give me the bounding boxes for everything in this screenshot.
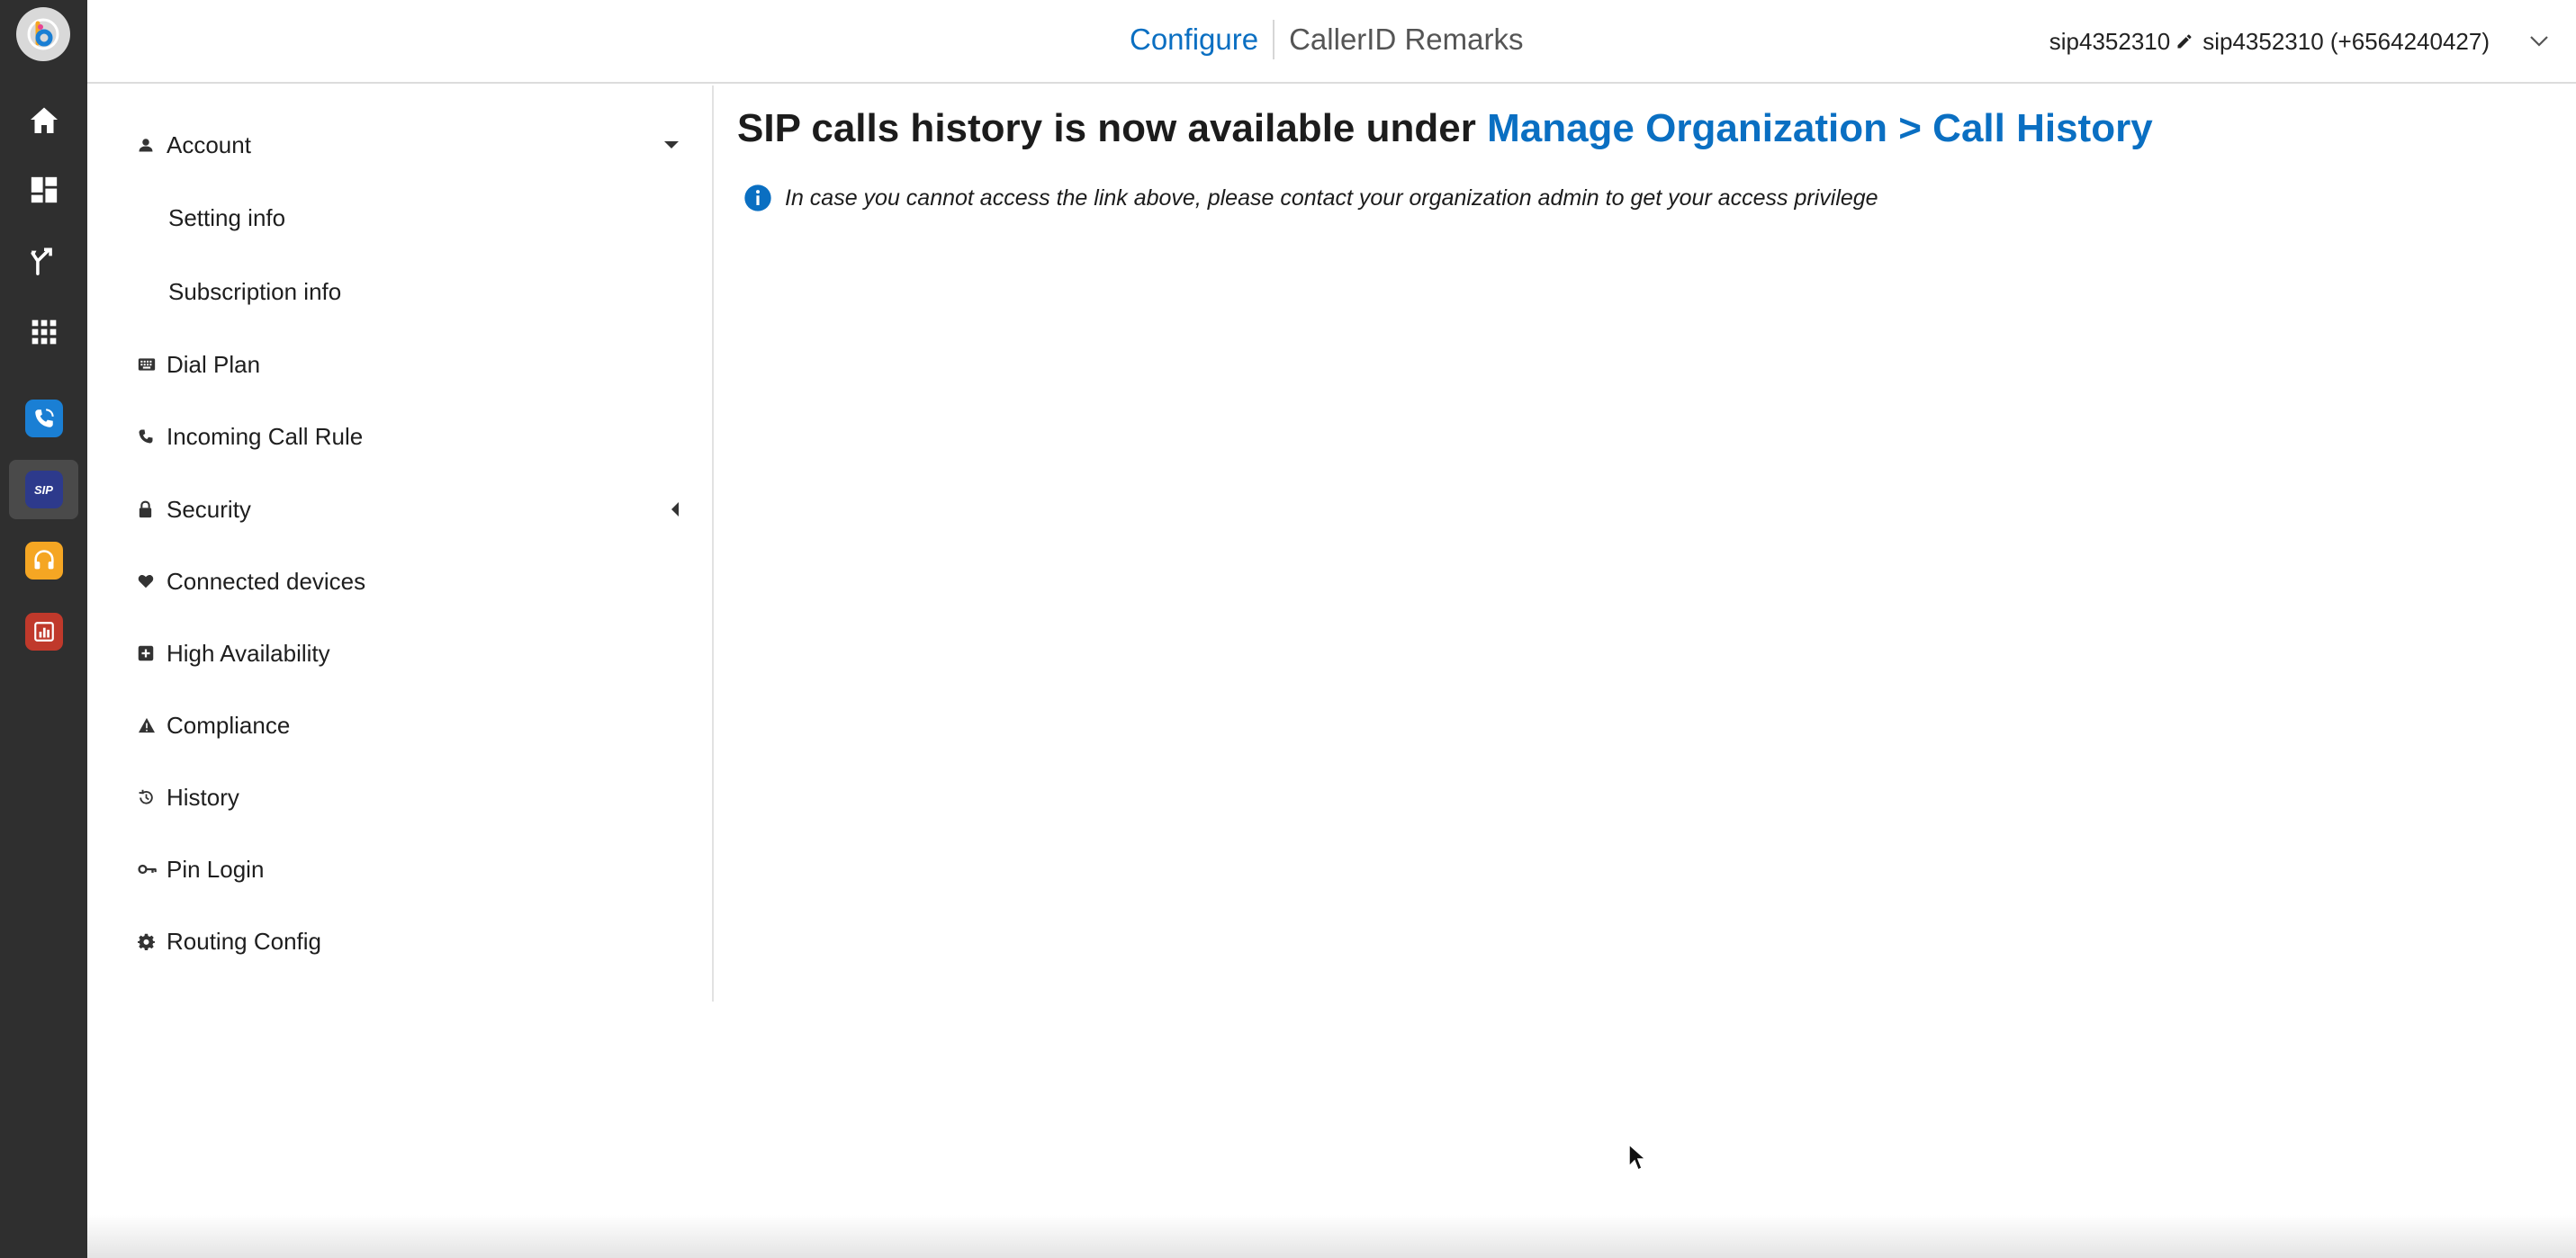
page-title: SIP calls history is now available under…: [737, 106, 2153, 151]
apps-grid-icon: [32, 319, 56, 345]
rail-phone-app[interactable]: [9, 389, 78, 448]
sip-app-icon: SIP: [24, 471, 63, 508]
key-icon: [138, 863, 167, 876]
sidebar-item-label: Dial Plan: [167, 350, 261, 378]
rail-apps[interactable]: [9, 302, 78, 362]
sidebar-item-routing-config[interactable]: Routing Config: [138, 918, 687, 965]
sidebar-item-label: Routing Config: [167, 927, 321, 955]
sidebar-item-security[interactable]: Security: [138, 486, 687, 533]
sidebar-item-label: Setting info: [168, 203, 286, 231]
rail-sip-app[interactable]: SIP: [9, 460, 78, 519]
plus-box-icon: [138, 645, 167, 661]
tab-configure[interactable]: Configure: [1130, 20, 1275, 59]
sidebar-item-label: Account: [167, 130, 251, 158]
topbar-tabs: Configure CallerID Remarks: [1130, 20, 1523, 59]
phone-icon: [138, 428, 167, 445]
heart-icon: [138, 574, 167, 589]
info-icon: [743, 184, 772, 212]
headset-app-icon: [24, 542, 63, 580]
mouse-cursor-icon: [1627, 1143, 1647, 1176]
sidebar-item-label: Connected devices: [167, 567, 366, 595]
rail-dashboard[interactable]: [9, 160, 78, 220]
bottom-fade: [87, 1215, 2576, 1258]
sidebar-item-subscription-info[interactable]: Subscription info: [168, 268, 717, 315]
sidebar-item-history[interactable]: History: [138, 774, 687, 821]
caret-down-icon: [663, 140, 680, 149]
routing-icon: [30, 247, 52, 275]
chevron-down-icon[interactable]: [2529, 35, 2549, 48]
sidebar-item-label: Subscription info: [168, 277, 342, 305]
user-icon: [138, 137, 167, 153]
warning-icon: [138, 717, 167, 733]
sidebar-item-incoming-call-rule[interactable]: Incoming Call Rule: [138, 413, 687, 460]
info-message: In case you cannot access the link above…: [743, 184, 1878, 212]
phone-app-icon: [24, 400, 63, 437]
tab-callerid-remarks[interactable]: CallerID Remarks: [1274, 20, 1523, 59]
rail-routing[interactable]: [9, 231, 78, 291]
app-logo[interactable]: [16, 7, 70, 61]
sip-app-label: SIP: [34, 482, 53, 497]
rail-home[interactable]: [9, 90, 78, 149]
call-history-link[interactable]: Manage Organization > Call History: [1487, 106, 2153, 150]
sidebar-item-label: Incoming Call Rule: [167, 422, 364, 450]
account-name: sip4352310: [2049, 27, 2171, 55]
info-text: In case you cannot access the link above…: [785, 184, 1878, 211]
rail-report-app[interactable]: [9, 602, 78, 661]
rail-headset-app[interactable]: [9, 531, 78, 590]
lock-icon: [138, 500, 167, 518]
top-bar: Configure CallerID Remarks sip4352310 si…: [87, 0, 2576, 84]
sidebar-item-account[interactable]: Account: [138, 121, 687, 168]
sidebar-item-label: Compliance: [167, 711, 291, 739]
edit-pencil-icon[interactable]: [2175, 32, 2193, 50]
brand-logo-icon: [27, 18, 59, 50]
sidebar-item-pin-login[interactable]: Pin Login: [138, 846, 687, 893]
sidebar-item-high-availability[interactable]: High Availability: [138, 630, 687, 677]
dashboard-icon: [31, 176, 57, 203]
account-display: sip4352310 (+6564240427): [2202, 27, 2490, 55]
sidebar-item-compliance[interactable]: Compliance: [138, 702, 687, 749]
history-icon: [138, 789, 167, 806]
sidebar-item-label: Security: [167, 495, 251, 523]
sidebar-item-setting-info[interactable]: Setting info: [168, 194, 717, 241]
report-app-icon: [24, 613, 63, 651]
sidebar-item-dial-plan[interactable]: Dial Plan: [138, 341, 687, 388]
caret-left-icon: [671, 501, 680, 517]
gear-icon: [138, 933, 167, 950]
keyboard-icon: [138, 357, 167, 372]
page-title-text: SIP calls history is now available under: [737, 106, 1476, 150]
sidebar-item-label: High Availability: [167, 639, 330, 667]
home-icon: [30, 107, 58, 133]
sidebar-item-label: Pin Login: [167, 855, 265, 883]
sidebar-item-connected-devices[interactable]: Connected devices: [138, 558, 687, 605]
account-switcher[interactable]: sip4352310 sip4352310 (+6564240427): [2049, 23, 2549, 59]
sidebar-item-label: History: [167, 783, 239, 811]
settings-sidebar: Account Setting info Subscription info D…: [87, 85, 714, 1002]
app-rail: SIP: [0, 0, 87, 1258]
